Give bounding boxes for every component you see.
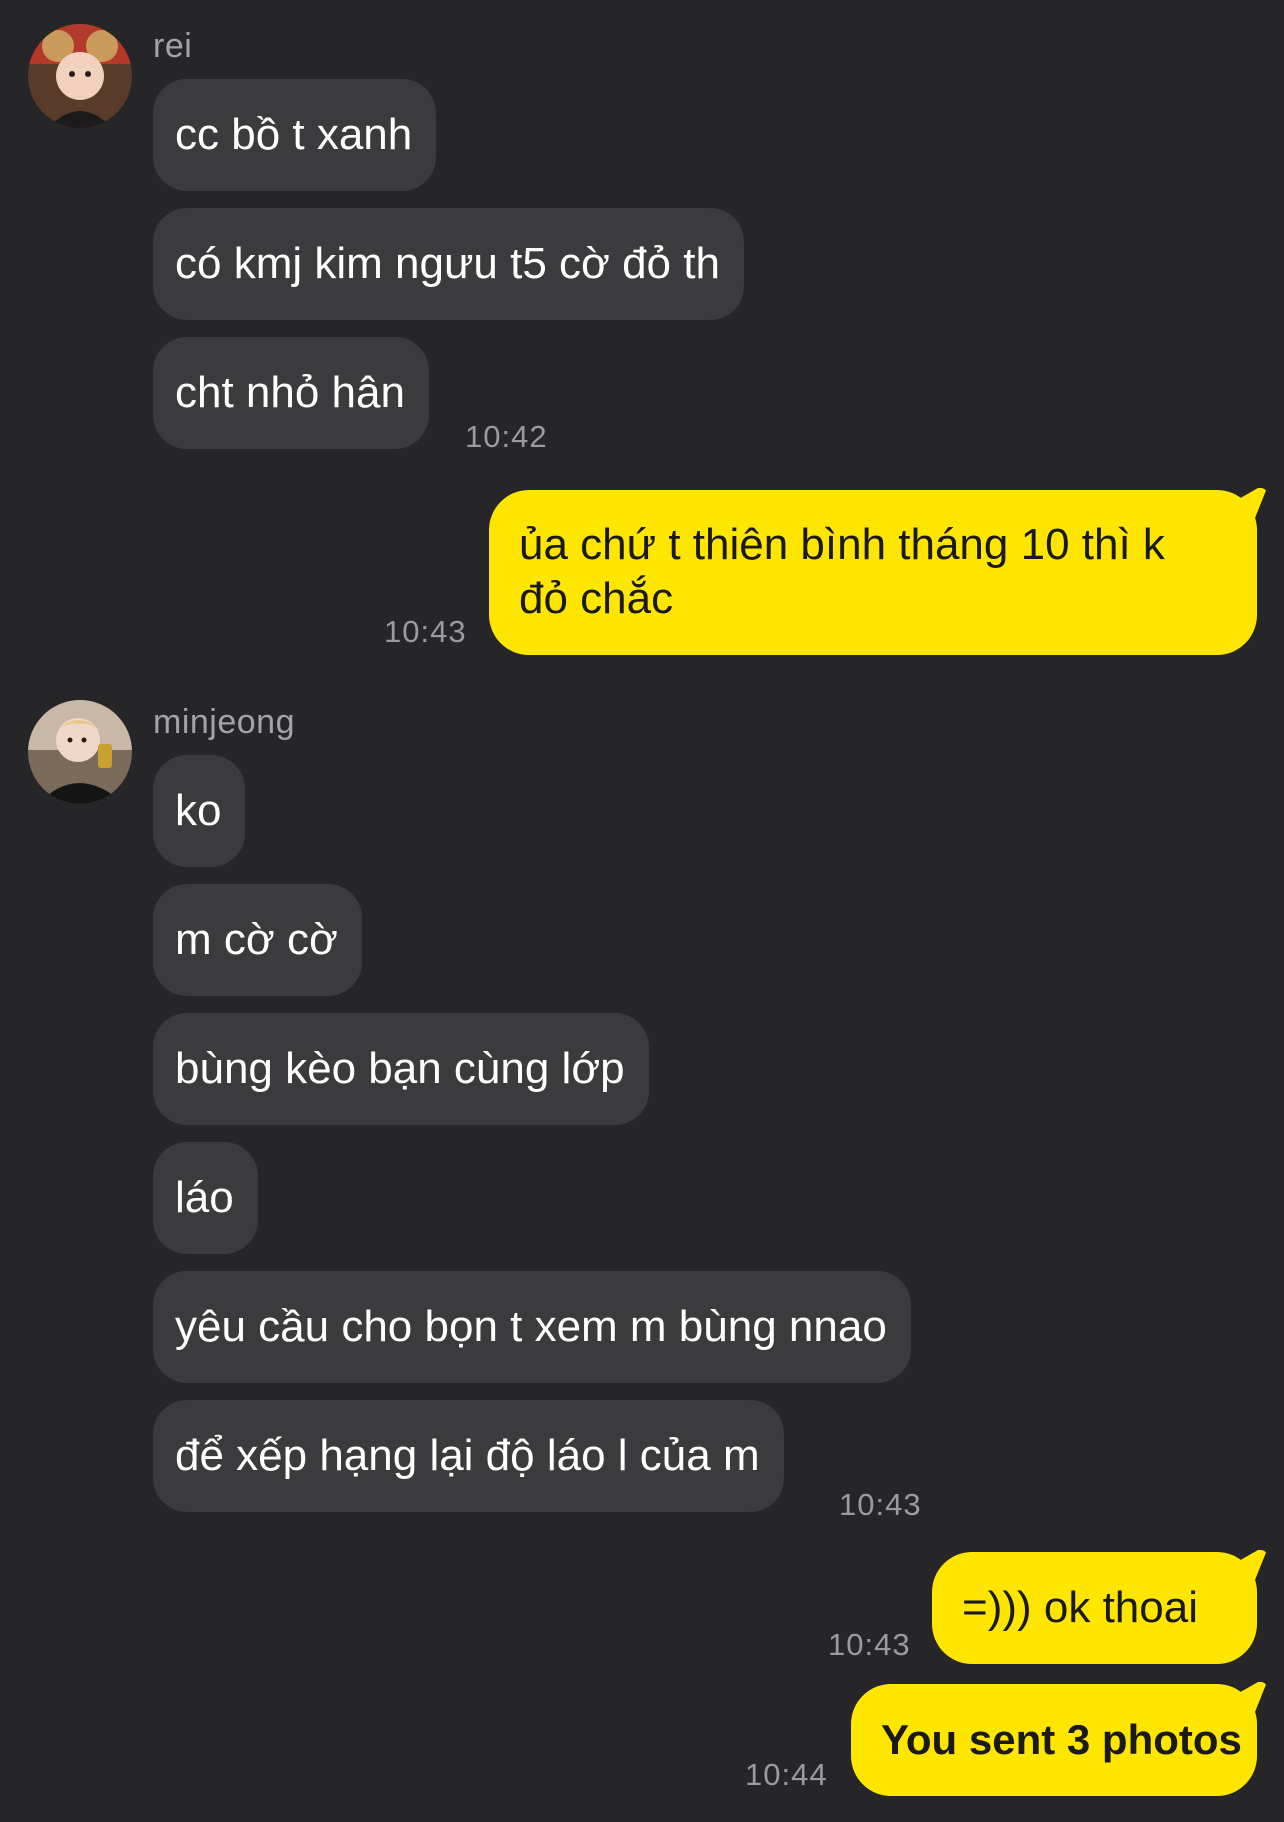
message-timestamp: 10:43 (828, 1627, 911, 1662)
message-timestamp: 10:42 (465, 419, 548, 454)
message-bubble[interactable]: để xếp hạng lại độ láo l của m (153, 1400, 784, 1512)
message-bubble[interactable]: cc bồ t xanh (153, 79, 437, 191)
message-bubble[interactable]: m cờ cờ (153, 884, 362, 996)
message-timestamp: 10:44 (745, 1757, 828, 1792)
message-bubble[interactable]: yêu cầu cho bọn t xem m bùng nnao (153, 1271, 911, 1383)
sender-name: minjeong (153, 703, 295, 741)
chat-thread: rei cc bồ t xanh có kmj kim ngưu t5 cờ đ… (0, 0, 1284, 1822)
message-text: để xếp hạng lại độ láo l của m (175, 1431, 760, 1480)
message-text: ko (175, 786, 222, 835)
message-bubble[interactable]: láo (153, 1142, 258, 1254)
message-bubble[interactable]: cht nhỏ hân (153, 337, 429, 449)
message-text: đỏ chắc (519, 574, 674, 623)
message-text: có kmj kim ngưu t5 cờ đỏ th (175, 239, 720, 288)
message-bubble[interactable]: ko (153, 755, 246, 867)
avatar-minjeong[interactable] (28, 700, 132, 804)
photos-sent-bubble[interactable]: You sent 3 photos (851, 1684, 1257, 1796)
avatar-rei[interactable] (28, 24, 132, 128)
message-bubble[interactable]: có kmj kim ngưu t5 cờ đỏ th (153, 208, 744, 320)
message-bubble[interactable]: bùng kèo bạn cùng lớp (153, 1013, 649, 1125)
message-text: cht nhỏ hân (175, 368, 405, 417)
message-text: =))) ok thoai (962, 1583, 1198, 1632)
message-text: bùng kèo bạn cùng lớp (175, 1044, 625, 1093)
message-timestamp: 10:43 (839, 1487, 922, 1522)
message-timestamp: 10:43 (384, 614, 467, 649)
sender-name: rei (153, 27, 193, 65)
message-text: m cờ cờ (175, 915, 338, 964)
message-text: You sent 3 photos (881, 1716, 1242, 1763)
message-text: ủa chứ t thiên bình tháng 10 thì k (519, 520, 1165, 569)
message-bubble-sent[interactable]: =))) ok thoai (932, 1552, 1257, 1664)
message-text: yêu cầu cho bọn t xem m bùng nnao (175, 1302, 887, 1351)
message-bubble-sent[interactable]: ủa chứ t thiên bình tháng 10 thì k đỏ ch… (489, 490, 1257, 655)
message-text: láo (175, 1173, 234, 1222)
message-text: cc bồ t xanh (175, 110, 413, 159)
